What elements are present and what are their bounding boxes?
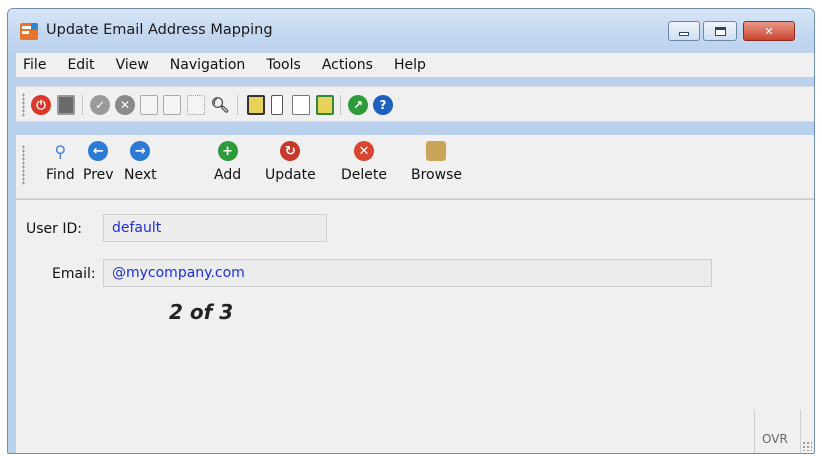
doc-icon[interactable] [140,95,158,115]
menu-actions[interactable]: Actions [322,57,373,73]
status-divider [800,410,801,453]
browse-button[interactable]: Browse [411,141,462,183]
menu-edit[interactable]: Edit [67,57,94,73]
app-window: Update Email Address Mapping ✕ File Edit… [7,8,815,454]
toolbar-separator [237,95,238,115]
form-area: User ID: default Email: @mycompany.com 2… [16,200,814,453]
find-button[interactable]: ⚲ Find [46,141,75,184]
add-button[interactable]: + Add [214,141,241,183]
delete-icon: ✕ [354,141,374,161]
cancel-icon[interactable]: ✕ [115,95,135,115]
screens-icon[interactable] [57,95,75,115]
power-icon[interactable]: ⏻ [31,95,51,115]
find-label: Find [46,167,75,183]
zoom-icon[interactable]: 🔍︎ [210,95,230,115]
delete-label: Delete [341,167,387,183]
close-button[interactable]: ✕ [743,21,795,41]
refresh-icon: ↻ [280,141,301,161]
app-logo-icon [20,23,38,40]
delete-button[interactable]: ✕ Delete [341,141,387,183]
record-counter: 2 of 3 [169,300,234,324]
maximize-icon [714,26,726,36]
prev-button[interactable]: ← Prev [83,141,114,183]
toolbar-separator [340,95,341,115]
email-field[interactable]: @mycompany.com [103,259,712,287]
check-icon[interactable]: ✓ [90,95,110,115]
browse-label: Browse [411,167,462,183]
search-icon: ⚲ [54,141,67,161]
update-label: Update [265,167,316,183]
overwrite-mode-indicator: OVR [762,432,788,446]
arrow-right-icon: → [130,141,151,161]
list-icon[interactable] [187,95,205,115]
title-bar[interactable]: Update Email Address Mapping ✕ [8,9,814,53]
minimize-button[interactable] [668,21,700,41]
status-divider [754,410,755,453]
next-label: Next [124,167,157,183]
next-button[interactable]: → Next [124,141,157,183]
navigation-toolbar: ⚲ Find ← Prev → Next + Add ↻ Update ✕ De… [16,135,814,199]
toolbar-grip[interactable] [22,145,25,185]
attach-icon[interactable] [271,95,283,115]
close-icon: ✕ [764,24,774,38]
help-icon[interactable]: ? [373,95,393,115]
docs-icon[interactable] [163,95,181,115]
prev-label: Prev [83,167,114,183]
chart-icon[interactable]: ↗ [348,95,368,115]
add-label: Add [214,167,242,183]
toolbar-separator [82,95,83,115]
menu-view[interactable]: View [116,57,149,73]
user-id-label: User ID: [26,221,82,237]
resize-grip-icon[interactable] [802,441,812,451]
user-id-field[interactable]: default [103,214,327,242]
task-icon[interactable] [316,95,334,115]
menu-file[interactable]: File [23,57,46,73]
folder-icon [426,141,447,161]
maximize-button[interactable] [703,21,737,41]
menu-navigation[interactable]: Navigation [170,57,246,73]
update-button[interactable]: ↻ Update [265,141,316,183]
toolbar-grip[interactable] [22,93,25,117]
email-label: Email: [52,266,96,282]
icon-toolbar: ⏻ ✓ ✕ 🔍︎ ↗ ? [16,86,814,122]
report-icon[interactable] [292,95,310,115]
clipboard-icon[interactable] [247,95,265,115]
arrow-left-icon: ← [88,141,109,161]
menu-tools[interactable]: Tools [266,57,301,73]
plus-icon: + [217,141,238,161]
window-title: Update Email Address Mapping [46,22,273,38]
minimize-icon [679,32,689,36]
menu-bar: File Edit View Navigation Tools Actions … [16,53,814,77]
menu-help[interactable]: Help [394,57,426,73]
